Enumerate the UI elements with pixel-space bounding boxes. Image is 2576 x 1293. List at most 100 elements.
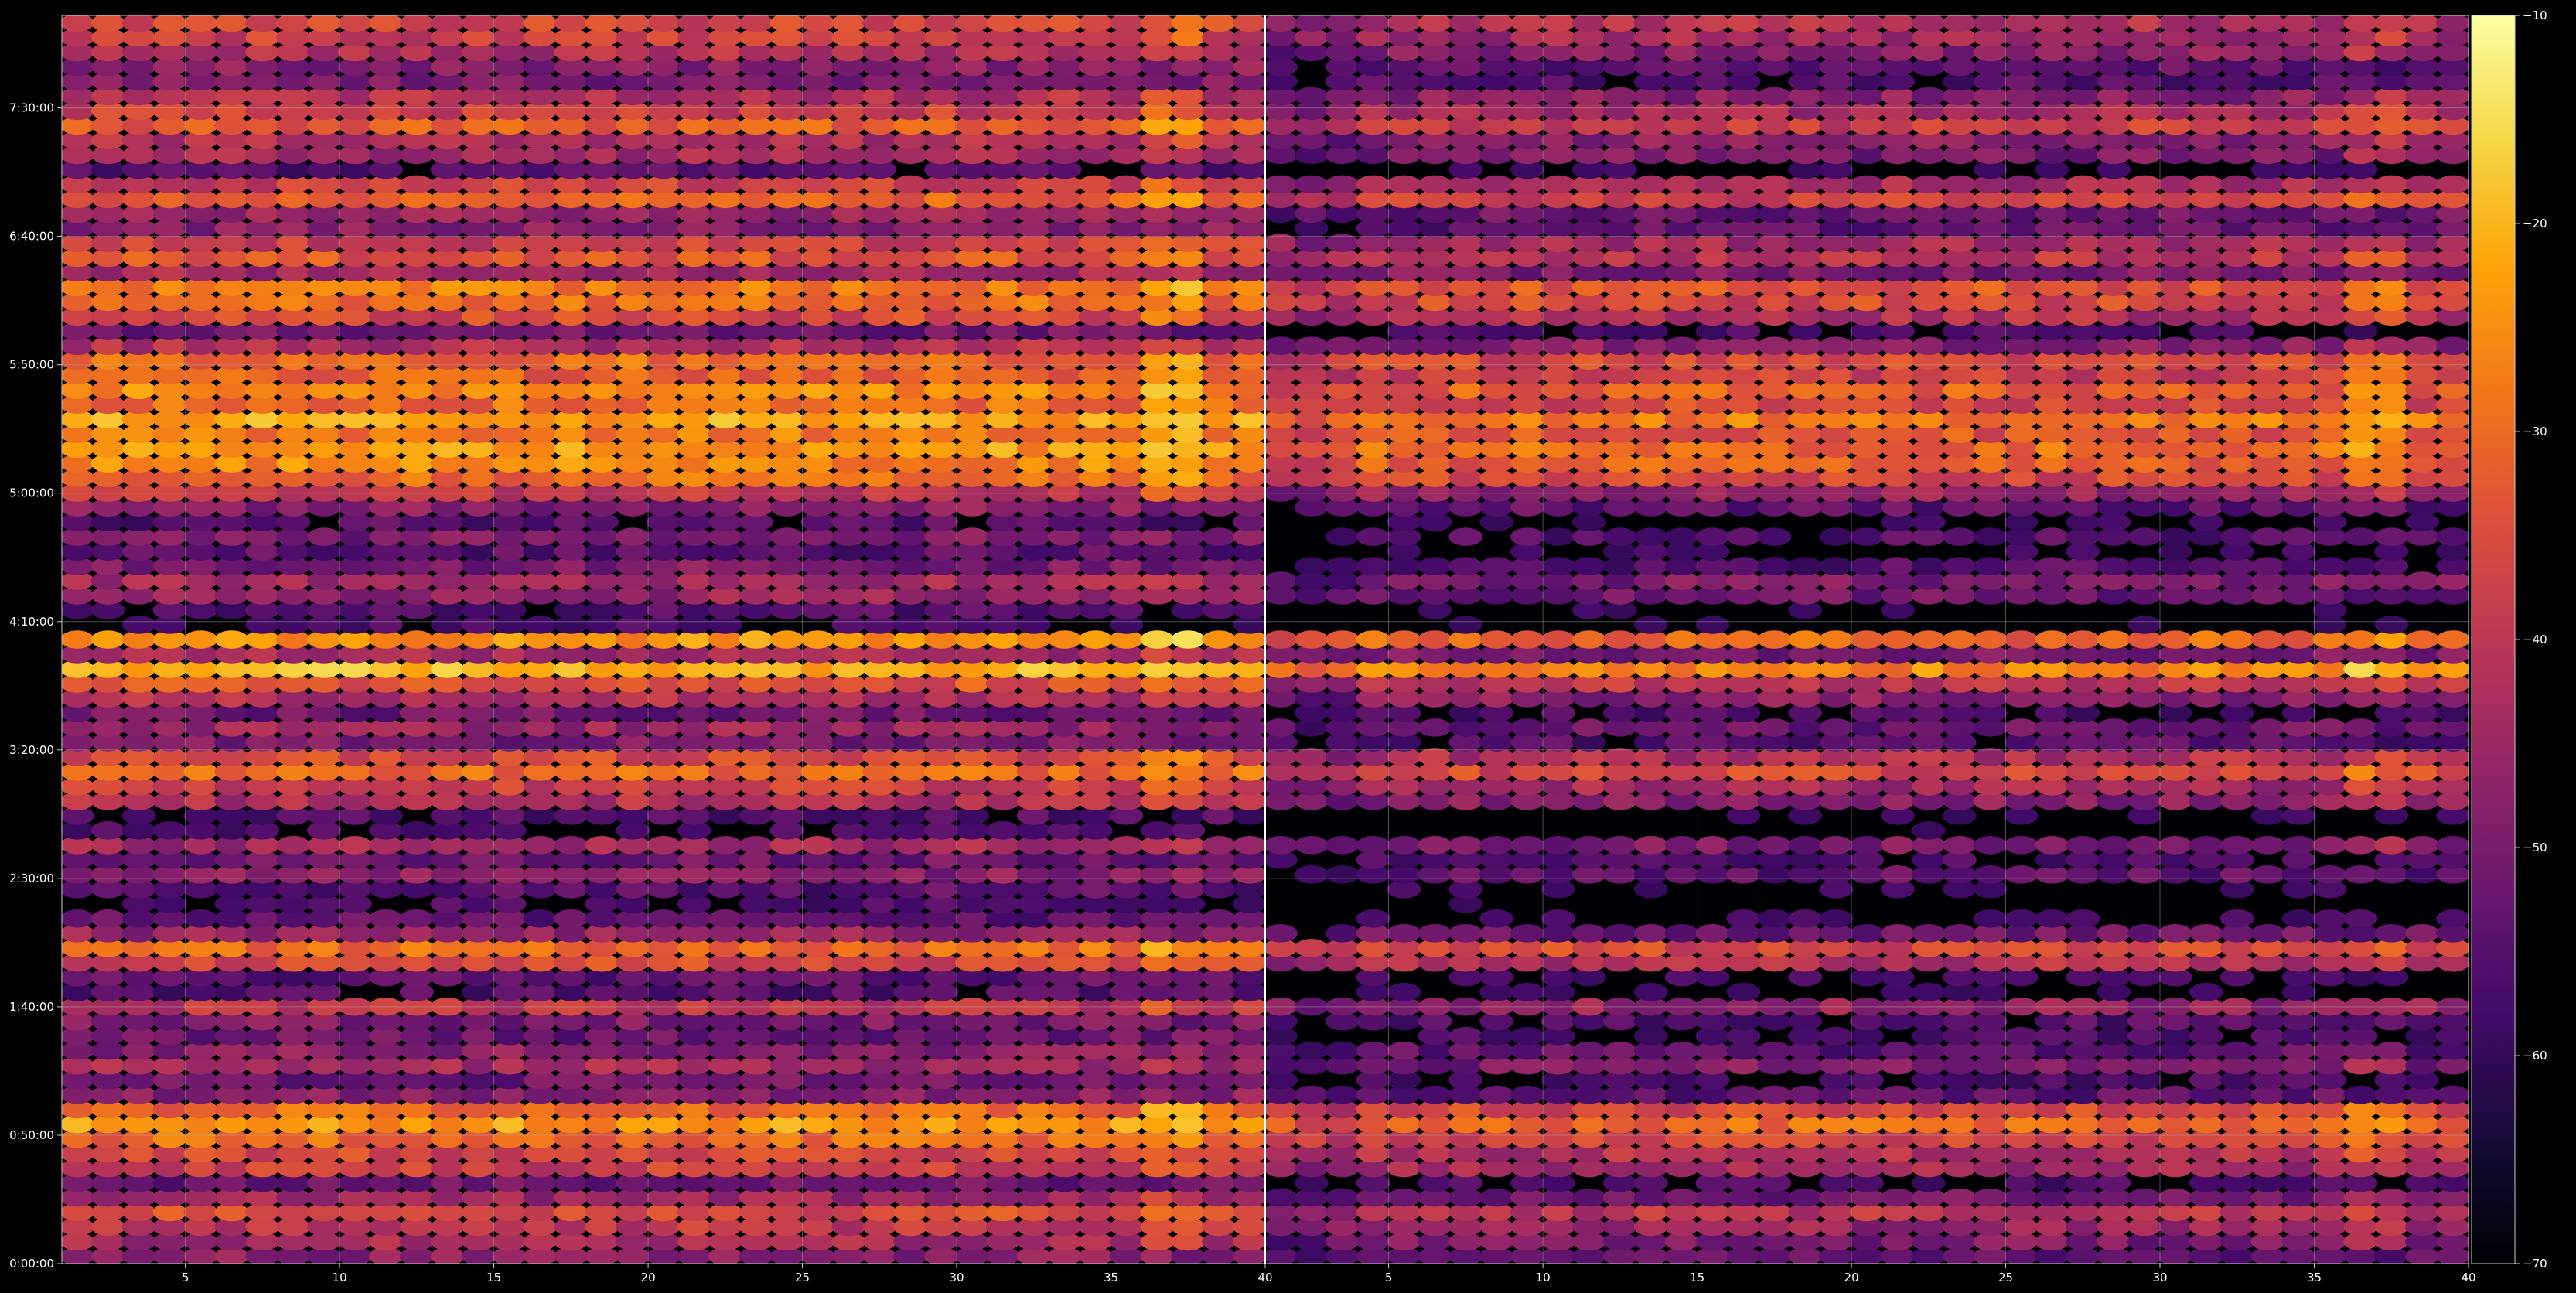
heat-cell — [2219, 836, 2254, 855]
heat-cell — [1325, 836, 1360, 855]
heat-cell — [523, 616, 558, 634]
heat-cell — [739, 630, 773, 649]
heatmap-chart: 5 10 15 20 25 30 35 40 5 10 15 20 25 30 35 40 0:00:000:… — [9, 9, 2547, 1284]
heat-cell — [1880, 865, 1915, 884]
heat-cell — [90, 15, 125, 32]
heat-cell — [1325, 1041, 1360, 1060]
heat-cell — [461, 15, 496, 32]
heat-cell — [585, 15, 619, 32]
heat-cell — [307, 15, 342, 32]
heat-cell — [1664, 1188, 1699, 1207]
heat-cell — [307, 527, 342, 546]
heat-cell — [554, 836, 589, 855]
heat-cell — [1695, 836, 1730, 855]
heat-cell — [2374, 1041, 2409, 1060]
heat-cell — [1479, 1188, 1514, 1207]
heat-cell — [1973, 557, 2008, 575]
heat-cell — [338, 836, 372, 855]
heat-cell — [1541, 836, 1575, 855]
heat-cell — [399, 15, 434, 32]
heat-cell — [2004, 718, 2039, 737]
heat-cell — [1757, 557, 1792, 575]
heat-cell — [62, 630, 94, 649]
heat-cell — [1942, 1188, 1977, 1207]
heat-cell — [90, 630, 125, 649]
heat-cell — [1356, 630, 1390, 649]
heat-cell — [647, 15, 681, 32]
heat-cell — [769, 630, 804, 649]
heat-cell — [1448, 616, 1483, 634]
heat-cell — [1664, 630, 1699, 649]
heat-cell — [1448, 836, 1483, 855]
heat-cell — [2250, 527, 2285, 546]
heat-cell — [2004, 630, 2039, 649]
heat-cell — [708, 15, 742, 32]
heat-cell — [1788, 557, 1823, 575]
heat-cell — [1664, 836, 1699, 855]
heat-cell — [1356, 836, 1390, 855]
heat-cell — [368, 909, 403, 928]
heat-cell — [1047, 15, 1082, 32]
heat-cell — [2127, 924, 2162, 943]
heat-cell — [1726, 909, 1761, 928]
heat-cell — [1387, 630, 1421, 649]
heat-cell — [1325, 865, 1360, 884]
heat-cell — [2281, 630, 2316, 649]
heat-cell — [2035, 630, 2069, 649]
heat-cell — [2127, 616, 2162, 634]
heat-cell — [1387, 836, 1421, 855]
heat-cell — [924, 15, 959, 32]
heat-cell — [214, 15, 249, 32]
heat-cell — [2250, 557, 2285, 575]
heat-cell — [2436, 630, 2469, 649]
heat-cell — [2189, 982, 2223, 1001]
heat-cell — [430, 15, 465, 32]
heat-cell — [1016, 15, 1051, 32]
heat-cell — [2436, 527, 2469, 546]
heat-cell — [1448, 924, 1483, 943]
heat-cell — [1202, 15, 1237, 32]
heat-cell — [769, 527, 804, 546]
heat-cell — [62, 15, 94, 32]
heat-cell — [1726, 630, 1761, 649]
heat-cell — [1387, 924, 1421, 943]
heat-cell — [1479, 557, 1514, 575]
heat-cell — [2250, 836, 2285, 855]
heat-cell — [1788, 630, 1823, 649]
heat-cell — [1850, 527, 1884, 546]
heat-cell — [1510, 527, 1545, 546]
heat-cell — [1819, 909, 1854, 928]
heat-cell — [1265, 571, 1298, 590]
heat-cell — [2035, 836, 2069, 855]
heat-cell — [2405, 924, 2440, 943]
heat-cell — [1757, 527, 1792, 546]
heat-cell — [399, 909, 434, 928]
heat-cell — [1664, 1041, 1699, 1060]
heat-cell — [2189, 718, 2223, 737]
heat-cell — [2343, 865, 2378, 884]
heat-cell — [1571, 1041, 1606, 1060]
heat-cell — [1973, 865, 2008, 884]
heat-cell — [1356, 909, 1390, 928]
heat-cell — [2312, 909, 2347, 928]
heat-cell — [1510, 836, 1545, 855]
heat-cell — [1265, 924, 1298, 943]
heat-cell — [1294, 1041, 1329, 1060]
heat-cell — [800, 836, 835, 855]
heat-cell — [2189, 836, 2223, 855]
heat-cell — [1541, 630, 1575, 649]
heat-cell — [2189, 557, 2223, 575]
heat-cell — [121, 15, 156, 32]
heat-cell — [2035, 527, 2069, 546]
heat-cell — [2097, 836, 2131, 855]
heat-cell — [1973, 836, 2008, 855]
heat-cell — [1602, 836, 1637, 855]
heat-cell — [1571, 630, 1606, 649]
heat-cell — [1479, 630, 1514, 649]
heat-cell — [2250, 865, 2285, 884]
heat-cell — [2035, 557, 2069, 575]
heat-cell — [1294, 1085, 1329, 1104]
heat-cell — [1726, 982, 1761, 1001]
heat-cell — [1418, 557, 1452, 575]
heat-cell — [2343, 630, 2378, 649]
